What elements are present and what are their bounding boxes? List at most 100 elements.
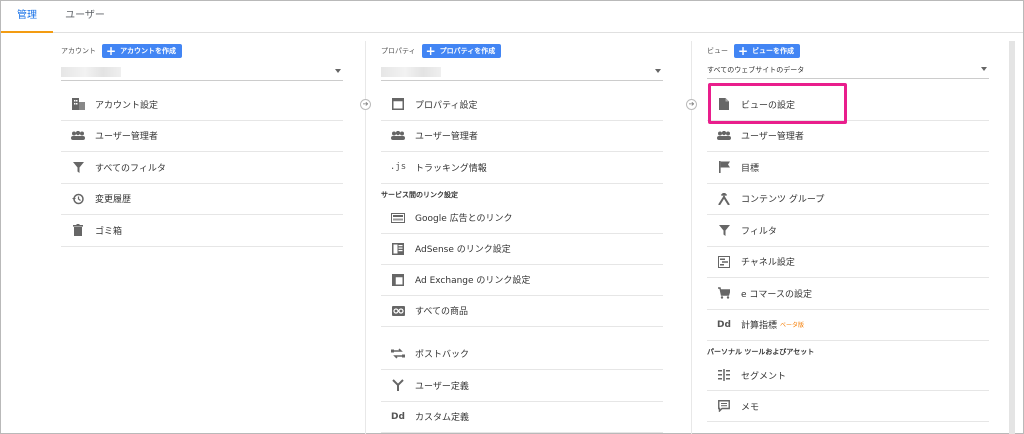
plus-icon: +: [425, 44, 436, 58]
menu-item-label: ユーザー管理者: [741, 132, 804, 143]
channel-icon: [709, 255, 739, 268]
menu-item-trash[interactable]: ゴミ箱: [61, 215, 343, 247]
tab-admin[interactable]: 管理: [1, 1, 53, 33]
menu-item-label: 目標: [741, 163, 760, 174]
trash-icon: [63, 224, 93, 237]
menu-item-ecommerce-settings[interactable]: e コマースの設定: [707, 278, 989, 310]
menu-item-custom-definition[interactable]: Dd カスタム定義: [381, 402, 663, 433]
view-header: ビュー + ビューを作成: [707, 44, 801, 58]
menu-item-label: 計算指標: [741, 321, 778, 332]
scrollbar-thumb[interactable]: [1009, 41, 1015, 434]
beta-badge: ベータ版: [780, 322, 805, 330]
section-personal-tools: パーソナル ツールおよびアセット: [707, 348, 815, 356]
menu-item-google-ads-link[interactable]: Google 広告とのリンク: [381, 203, 663, 234]
menu-item-adsense-link[interactable]: AdSense のリンク設定: [381, 234, 663, 265]
view-select[interactable]: すべてのウェブサイトのデータ: [707, 65, 989, 79]
create-account-label: アカウントを作成: [120, 47, 177, 55]
menu-item-label: フィルタ: [741, 226, 777, 237]
products-icon: [383, 305, 413, 316]
create-property-button[interactable]: + プロパティを作成: [421, 44, 502, 58]
caret-down-icon: [981, 67, 987, 71]
menu-item-label: セグメント: [741, 371, 787, 382]
menu-item-label: チャネル設定: [741, 258, 795, 269]
menu-item-label: ユーザー定義: [415, 381, 469, 392]
menu-item-label: プロパティ設定: [415, 100, 478, 111]
caret-down-icon: [655, 69, 661, 73]
highlight-box: [708, 83, 847, 124]
menu-item-calculated-metrics[interactable]: Dd 計算指標 ベータ版: [707, 310, 989, 341]
menu-item-all-filters[interactable]: すべてのフィルタ: [61, 152, 343, 184]
js-icon-text: .js: [389, 162, 407, 173]
menu-item-account-settings[interactable]: アカウント設定: [61, 89, 343, 121]
property-header: プロパティ + プロパティを作成: [381, 44, 502, 58]
cart-icon: [709, 287, 739, 299]
section-service-links: サービス間のリンク設定: [381, 190, 458, 199]
menu-item-all-products[interactable]: すべての商品: [381, 296, 663, 327]
menu-item-label: コンテンツ グループ: [741, 195, 825, 206]
menu-item-user-definition[interactable]: ユーザー定義: [381, 370, 663, 402]
menu-item-channel-settings[interactable]: チャネル設定: [707, 247, 989, 278]
people-icon: [63, 131, 93, 141]
arrow-right-icon: ➔: [686, 99, 697, 110]
scrollbar[interactable]: [1009, 41, 1015, 434]
menu-item-tracking-info[interactable]: .js トラッキング情報: [381, 152, 663, 184]
menu-item-ad-exchange-link[interactable]: Ad Exchange のリンク設定: [381, 265, 663, 296]
people-icon: [383, 131, 413, 141]
view-menu: ビューの設定 ユーザー管理者 目標 コンテンツ グループ フィルタ チャネル設定…: [707, 89, 989, 422]
property-label: プロパティ: [381, 47, 416, 55]
plus-icon: +: [106, 44, 117, 58]
people-icon: [709, 131, 739, 141]
menu-item-change-history[interactable]: 変更履歴: [61, 184, 343, 215]
create-account-button[interactable]: + アカウントを作成: [102, 44, 183, 58]
menu-item-label: ユーザー管理者: [95, 132, 158, 143]
menu-item-goals[interactable]: 目標: [707, 152, 989, 184]
menu-item-postback[interactable]: ポストバック: [381, 339, 663, 370]
menu-item-property-settings[interactable]: プロパティ設定: [381, 89, 663, 121]
fork-icon: [383, 379, 413, 392]
account-label: アカウント: [61, 47, 96, 55]
menu-item-user-management[interactable]: ユーザー管理者: [381, 121, 663, 152]
window-icon: [383, 98, 413, 111]
menu-item-label: Ad Exchange のリンク設定: [415, 276, 531, 286]
account-select[interactable]: [61, 67, 343, 81]
menu-item-label: アカウント設定: [95, 100, 159, 111]
comment-icon: [709, 400, 739, 412]
menu-item-segments[interactable]: セグメント: [707, 360, 989, 391]
menu-item-label: ポストバック: [415, 350, 470, 361]
property-menu: プロパティ設定 ユーザー管理者 .js トラッキング情報 サービス間のリンク設定…: [381, 89, 663, 433]
menu-item-filters[interactable]: フィルタ: [707, 215, 989, 247]
account-menu: アカウント設定 ユーザー管理者 すべてのフィルタ 変更履歴 ゴミ箱: [61, 89, 343, 247]
menu-item-label: トラッキング情報: [415, 163, 487, 174]
dd-icon-text: Dd: [717, 319, 731, 330]
menu-item-label: AdSense のリンク設定: [415, 245, 511, 255]
menu-item-label: 変更履歴: [95, 195, 132, 206]
create-property-label: プロパティを作成: [439, 47, 496, 55]
dd-icon: Dd: [383, 412, 413, 422]
account-column: アカウント + アカウントを作成 アカウント設定 ユーザー管理者 すべてのフィルタ…: [61, 41, 343, 434]
postback-icon: [383, 348, 413, 359]
building-icon: [63, 98, 93, 111]
arrow-right-icon: ➔: [360, 99, 371, 110]
segments-icon: [709, 369, 739, 381]
merge-icon: [709, 192, 739, 205]
menu-item-user-management[interactable]: ユーザー管理者: [61, 121, 343, 152]
menu-item-label: Google 広告とのリンク: [415, 214, 513, 224]
menu-item-label: e コマースの設定: [741, 289, 812, 300]
menu-item-content-grouping[interactable]: コンテンツ グループ: [707, 184, 989, 215]
property-select[interactable]: [381, 67, 663, 81]
view-label: ビュー: [707, 47, 728, 55]
menu-item-label: ユーザー管理者: [415, 132, 478, 143]
dd-icon-text: Dd: [391, 411, 405, 422]
filter-icon: [709, 224, 739, 236]
js-icon: .js: [383, 162, 413, 172]
account-header: アカウント + アカウントを作成: [61, 44, 183, 58]
menu-item-label: ゴミ箱: [95, 226, 123, 237]
create-view-button[interactable]: + ビューを作成: [734, 44, 801, 58]
dd-icon: Dd: [709, 320, 739, 330]
menu-item-user-management[interactable]: ユーザー管理者: [707, 121, 989, 152]
menu-item-annotations[interactable]: メモ: [707, 391, 989, 422]
menu-item-label: カスタム定義: [415, 413, 470, 424]
tab-user[interactable]: ユーザー: [53, 1, 117, 33]
menu-item-label: すべての商品: [415, 307, 469, 317]
